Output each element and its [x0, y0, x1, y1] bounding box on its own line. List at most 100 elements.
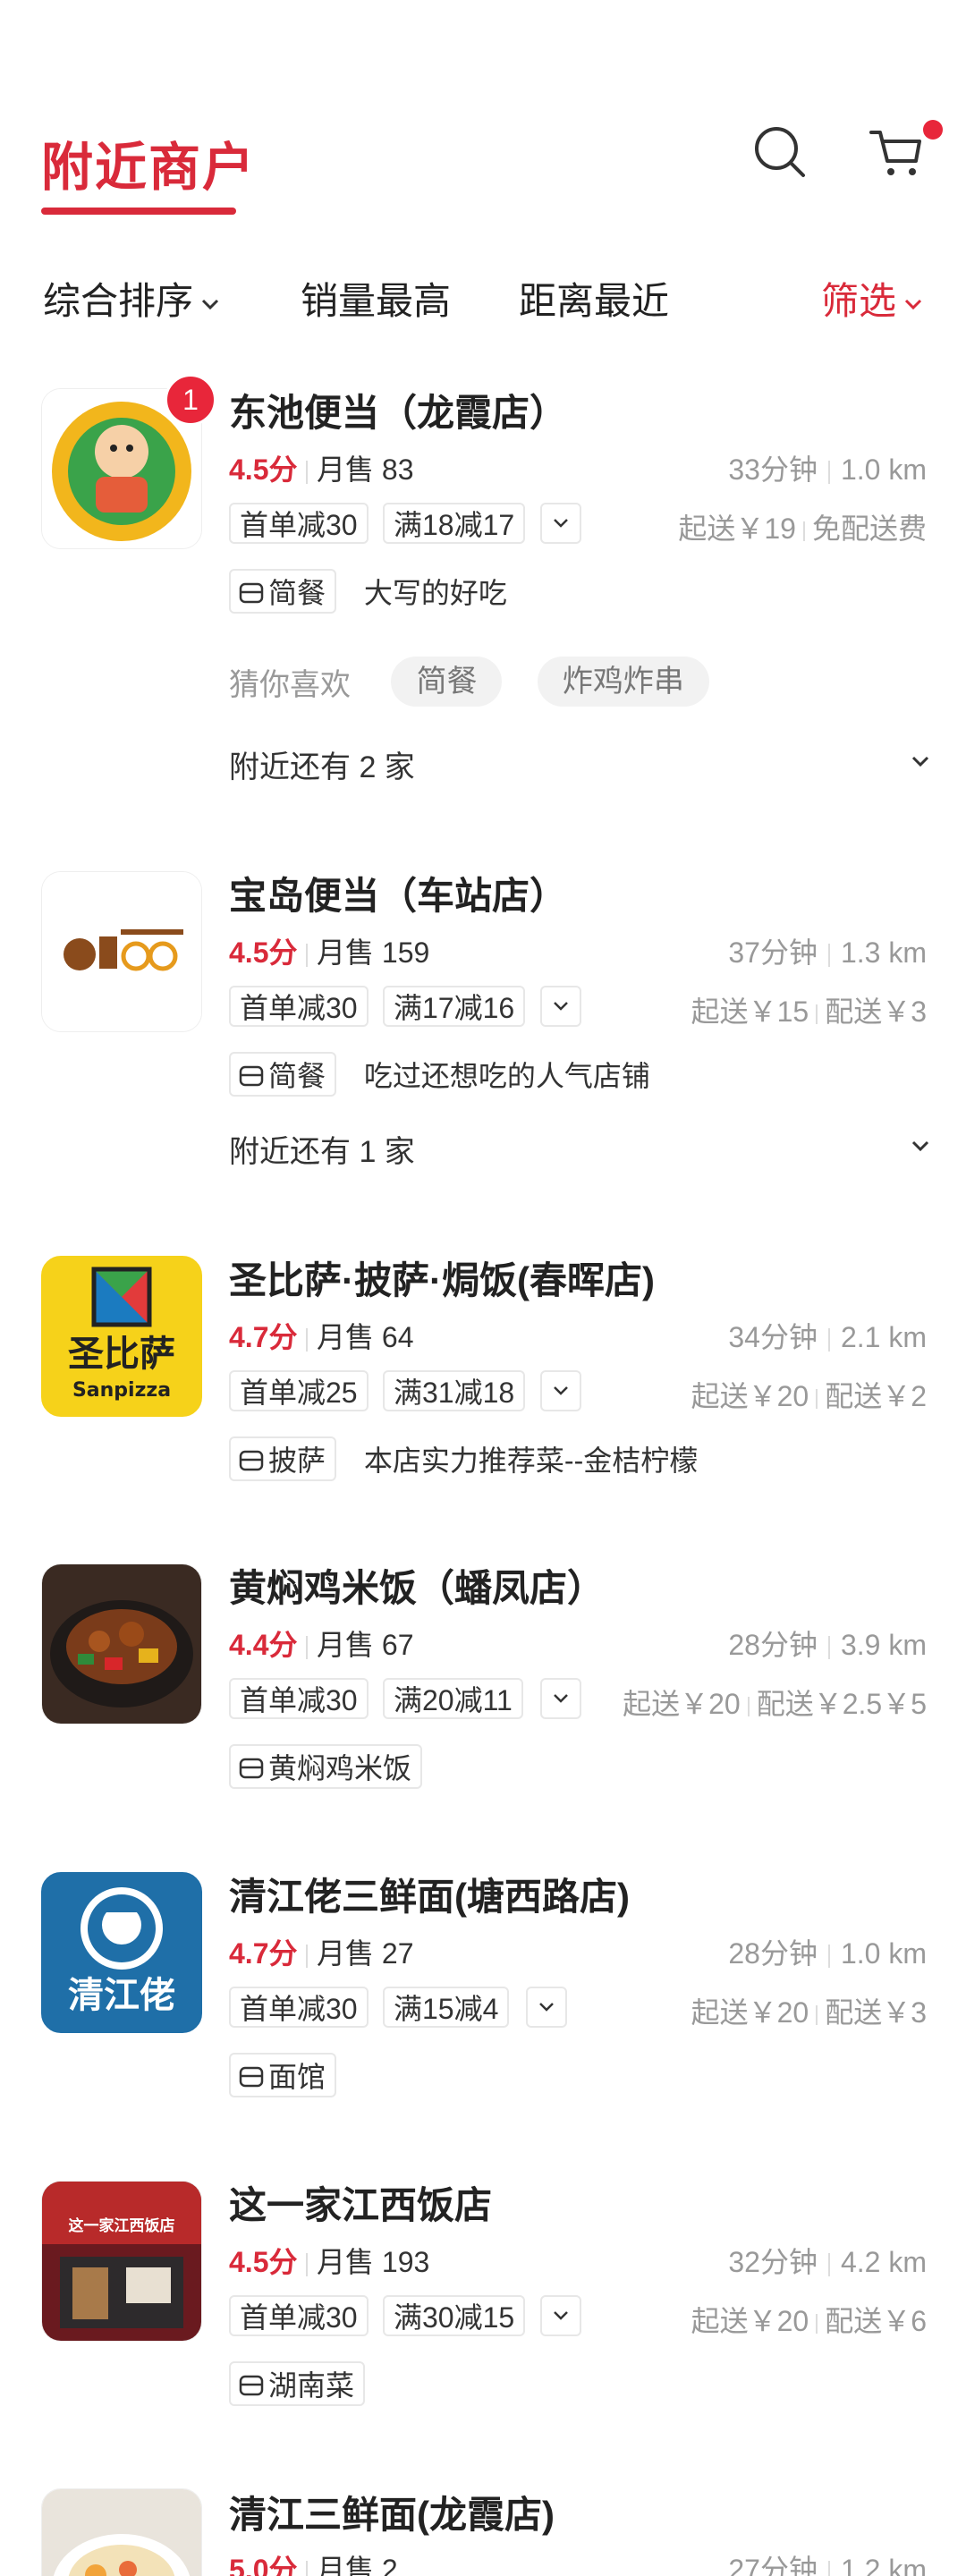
min-order: 起送￥20	[691, 2305, 809, 2337]
cart-notification-dot	[923, 120, 943, 140]
delivery-time: 33分钟	[728, 453, 818, 486]
shop-score: 4.5分	[229, 453, 298, 486]
shop-score: 4.7分	[229, 1937, 298, 1970]
promo-tag: 满31减18	[383, 1370, 526, 1411]
title-underline	[41, 208, 236, 215]
chevron-down-icon	[554, 1386, 568, 1395]
min-order: 起送￥15	[691, 996, 809, 1028]
sort-dropdown[interactable]: 综合排序	[43, 271, 220, 326]
shop-score: 4.4分	[229, 1629, 298, 1661]
promo-tag: 首单减30	[229, 986, 369, 1027]
shop-card[interactable]: 黄焖鸡米饭（蟠凤店） 4.4分 月售 67 28分钟 3.9 km 首单减30 满…	[0, 1563, 966, 1796]
delivery-fee: 配送￥3	[825, 1996, 927, 2029]
shop-name[interactable]: 清江三鲜面(龙霞店)	[229, 2488, 555, 2539]
min-order: 起送￥20	[691, 1380, 809, 1412]
delivery-time: 28分钟	[728, 1937, 818, 1970]
search-icon[interactable]	[751, 123, 809, 181]
shop-name[interactable]: 黄焖鸡米饭（蟠凤店）	[229, 1558, 605, 1613]
recommend-pill[interactable]: 炸鸡炸串	[537, 657, 709, 707]
recommend-pill[interactable]: 简餐	[391, 657, 503, 707]
shop-name[interactable]: 东池便当（龙霞店）	[229, 383, 567, 437]
category-tag: 黄焖鸡米饭	[229, 1744, 423, 1789]
promo-expand-button[interactable]	[540, 503, 581, 544]
shop-name[interactable]: 圣比萨·披萨·焗饭(春晖店)	[229, 1250, 655, 1305]
promo-tag: 首单减30	[229, 1678, 369, 1719]
delivery-fee: 配送￥2.5￥5	[756, 1688, 927, 1720]
unread-badge: 1	[165, 374, 216, 426]
distance: 1.2 km	[840, 2554, 927, 2576]
shop-card[interactable]: 清江三鲜面(龙霞店) 5.0分 月售 2 27分钟 1.2 km	[0, 2488, 966, 2576]
filter-button[interactable]: 筛选	[821, 271, 923, 326]
monthly-sales: 月售 159	[317, 936, 430, 969]
svg-text:这一家江西饭店: 这一家江西饭店	[69, 2216, 175, 2235]
monthly-sales: 月售 67	[317, 1629, 414, 1661]
promo-tag: 首单减30	[229, 1987, 369, 2028]
distance: 3.9 km	[840, 1629, 927, 1661]
category-tag: 湖南菜	[229, 2361, 366, 2406]
promo-expand-button[interactable]	[526, 1987, 567, 2028]
chevron-down-icon	[201, 299, 219, 310]
shop-logo	[41, 871, 202, 1032]
category-tag: 简餐	[229, 569, 337, 614]
chevron-down-icon	[554, 2311, 568, 2320]
shop-logo	[41, 1563, 202, 1724]
shop-card[interactable]: 宝岛便当（车站店） 4.5分 月售 159 37分钟 1.3 km 首单减30 满…	[0, 871, 966, 1175]
shop-card[interactable]: 1 东池便当（龙霞店） 4.5分 月售 83 33分钟 1.0 km 首单减30 …	[0, 374, 966, 784]
distance: 1.0 km	[840, 1937, 927, 1970]
filter-bar: 综合排序 销量最高 距离最近 筛选	[0, 264, 966, 326]
sort-label: 综合排序	[43, 280, 194, 322]
chevron-down-icon	[911, 1140, 929, 1152]
promo-tag: 满17减16	[383, 986, 526, 1027]
promo-expand-button[interactable]	[540, 986, 581, 1027]
nearby-branches[interactable]: 附近还有 1 家	[229, 1127, 930, 1172]
delivery-fee: 配送￥3	[825, 996, 927, 1028]
shop-score: 4.5分	[229, 2246, 298, 2278]
delivery-time: 32分钟	[728, 2246, 818, 2278]
delivery-time: 34分钟	[728, 1321, 818, 1353]
shop-card[interactable]: 圣比萨 Sanpizza 圣比萨·披萨·焗饭(春晖店) 4.7分 月售 64 34…	[0, 1256, 966, 1488]
category-label: 黄焖鸡米饭	[268, 1752, 412, 1784]
sort-by-distance[interactable]: 距离最近	[519, 271, 669, 326]
shop-card[interactable]: 清江佬 清江佬三鲜面(塘西路店) 4.7分 月售 27 28分钟 1.0 km 首…	[0, 1872, 966, 2105]
shop-card[interactable]: 这一家江西饭店 这一家江西饭店 4.5分 月售 193 32分钟 4.2 km 首…	[0, 2181, 966, 2413]
monthly-sales: 月售 2	[317, 2554, 398, 2576]
svg-text:圣比萨: 圣比萨	[68, 1334, 175, 1375]
chevron-down-icon	[911, 756, 929, 767]
promo-expand-button[interactable]	[540, 2295, 581, 2336]
category-tag: 披萨	[229, 1436, 337, 1481]
nearby-branches[interactable]: 附近还有 2 家	[229, 742, 930, 787]
monthly-sales: 月售 64	[317, 1321, 414, 1353]
sort-by-sales[interactable]: 销量最高	[301, 271, 451, 326]
promo-expand-button[interactable]	[540, 1678, 581, 1719]
min-order: 起送￥20	[691, 1996, 809, 2029]
category-label: 简餐	[268, 577, 326, 609]
recommend-row: 猜你喜欢 简餐 炸鸡炸串	[229, 657, 736, 707]
svg-text:清江佬: 清江佬	[68, 1975, 175, 2016]
promo-expand-button[interactable]	[540, 1370, 581, 1411]
bowl-icon	[239, 2375, 264, 2395]
shop-logo: 这一家江西饭店	[41, 2181, 202, 2342]
bowl-icon	[239, 1450, 264, 1470]
nearby-label: 附近还有 2 家	[229, 750, 415, 784]
promo-tag: 首单减25	[229, 1370, 369, 1411]
nearby-label: 附近还有 1 家	[229, 1135, 415, 1169]
filter-label: 筛选	[821, 280, 897, 322]
monthly-sales: 月售 27	[317, 1937, 414, 1970]
delivery-fee: 配送￥6	[825, 2305, 927, 2337]
shop-description: 吃过还想吃的人气店铺	[363, 1060, 650, 1092]
promo-tag: 首单减30	[229, 503, 369, 544]
shop-name[interactable]: 宝岛便当（车站店）	[229, 866, 567, 920]
promo-tag: 首单减30	[229, 2295, 369, 2336]
distance: 1.3 km	[840, 936, 927, 969]
shop-logo: 清江佬	[41, 1872, 202, 2033]
monthly-sales: 月售 83	[317, 453, 414, 486]
bowl-icon	[239, 2066, 264, 2087]
cart-icon[interactable]	[868, 123, 925, 181]
monthly-sales: 月售 193	[317, 2246, 430, 2278]
svg-text:Sanpizza: Sanpizza	[72, 1379, 171, 1402]
shop-name[interactable]: 清江佬三鲜面(塘西路店)	[229, 1867, 630, 1921]
shop-name[interactable]: 这一家江西饭店	[229, 2175, 492, 2230]
category-label: 披萨	[268, 1445, 326, 1477]
shop-score: 4.7分	[229, 1321, 298, 1353]
chevron-down-icon	[554, 519, 568, 528]
